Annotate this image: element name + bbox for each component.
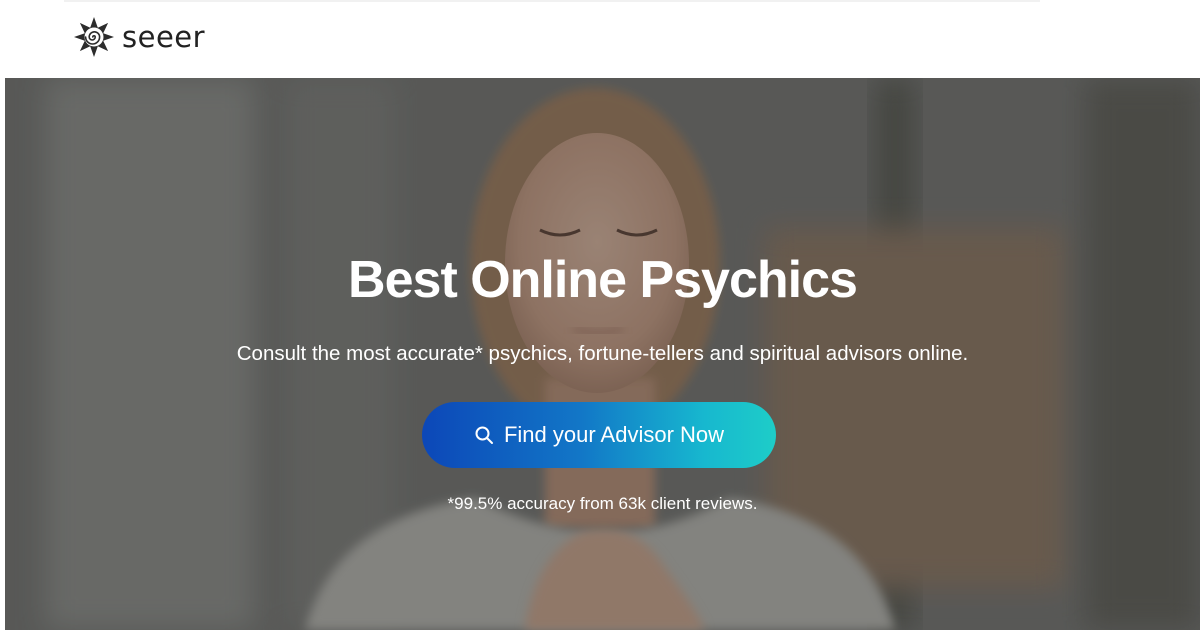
page-title: Best Online Psychics [348,251,858,309]
brand-name: seeer [122,19,206,54]
accuracy-footnote: *99.5% accuracy from 63k client reviews. [447,494,758,513]
find-advisor-button-label: Find your Advisor Now [503,422,725,447]
hero-banner: Best Online Psychics Consult the most ac… [5,78,1200,630]
star-swirl-icon [74,17,114,57]
search-icon [475,426,493,444]
hero-subtitle: Consult the most accurate* psychics, for… [236,342,969,365]
site-header: seeer [0,0,1200,78]
brand-logo-link[interactable]: seeer [72,15,205,59]
find-advisor-button[interactable]: Find your Advisor Now [422,402,776,468]
header-top-divider [64,0,1040,2]
